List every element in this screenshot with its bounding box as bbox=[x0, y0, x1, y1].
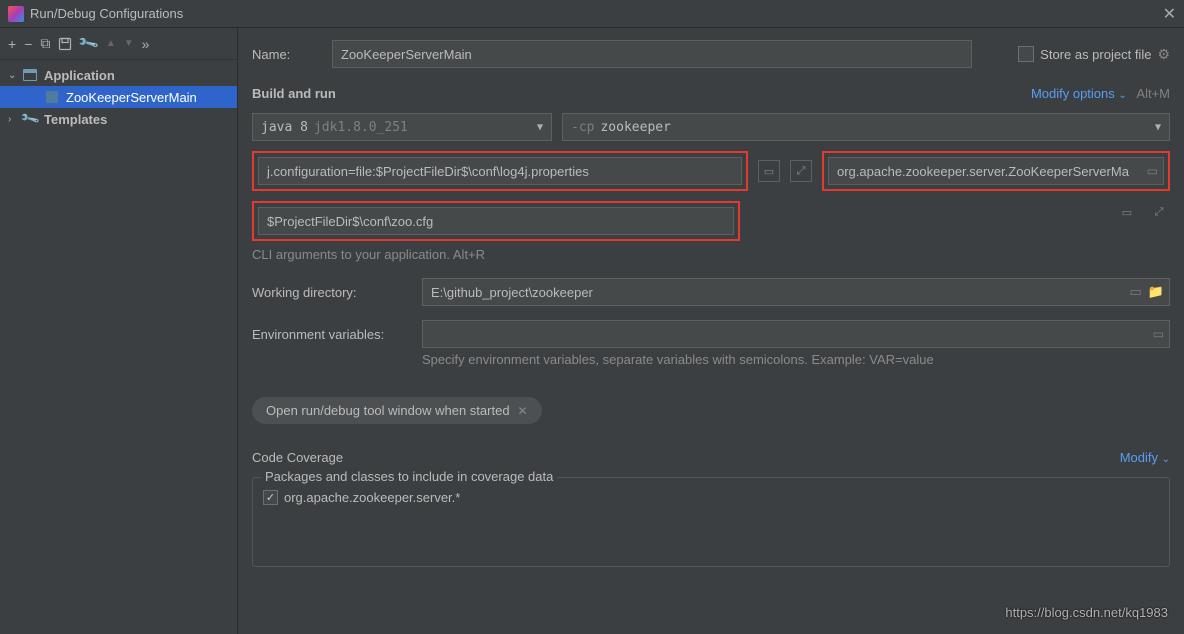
app-icon bbox=[8, 6, 24, 22]
copy-button[interactable]: ⧉ bbox=[40, 35, 50, 52]
name-label: Name: bbox=[252, 47, 322, 62]
tree-label: Application bbox=[44, 68, 115, 83]
coverage-item-label: org.apache.zookeeper.server.* bbox=[284, 490, 460, 505]
program-args-highlighted bbox=[252, 201, 740, 241]
coverage-panel: Packages and classes to include in cover… bbox=[252, 477, 1170, 567]
list-icon[interactable]: ▭ bbox=[1147, 164, 1158, 178]
content-panel: Name: Store as project file ⚙ Build and … bbox=[238, 28, 1184, 634]
gear-icon[interactable]: ⚙ bbox=[1157, 46, 1170, 63]
expand-icon[interactable]: ▭ bbox=[758, 160, 780, 182]
application-icon bbox=[22, 67, 38, 83]
vm-options-input[interactable] bbox=[258, 157, 742, 185]
list-icon[interactable]: ▭ bbox=[1130, 284, 1142, 300]
list-icon[interactable]: ▭ bbox=[1153, 327, 1164, 341]
chevron-down-icon: ⌄ bbox=[8, 70, 20, 81]
classpath-combo[interactable]: -cp zookeeper ▼ bbox=[562, 113, 1170, 141]
build-run-title: Build and run bbox=[252, 86, 336, 101]
window-title: Run/Debug Configurations bbox=[30, 6, 1163, 21]
env-vars-label: Environment variables: bbox=[252, 327, 412, 342]
program-args-input[interactable] bbox=[258, 207, 734, 235]
checkbox-checked-icon: ✓ bbox=[263, 490, 278, 505]
sidebar-toolbar: + − ⧉ 🔧 ▲ ▼ » bbox=[0, 28, 237, 60]
tree-label: ZooKeeperServerMain bbox=[66, 90, 197, 105]
config-tree: ⌄ Application ZooKeeperServerMain › 🔧 Te… bbox=[0, 60, 237, 634]
more-button[interactable]: » bbox=[142, 36, 150, 52]
store-as-project-checkbox[interactable]: Store as project file ⚙ bbox=[1018, 46, 1170, 63]
wrench-icon: 🔧 bbox=[19, 108, 41, 130]
working-dir-label: Working directory: bbox=[252, 285, 412, 300]
tree-node-application[interactable]: ⌄ Application bbox=[0, 64, 237, 86]
watermark: https://blog.csdn.net/kq1983 bbox=[1005, 605, 1168, 620]
main-class-highlighted: ▭ bbox=[822, 151, 1170, 191]
cli-hint: CLI arguments to your application. Alt+R bbox=[252, 247, 1170, 262]
coverage-item[interactable]: ✓ org.apache.zookeeper.server.* bbox=[263, 490, 1159, 505]
move-up-button[interactable]: ▲ bbox=[106, 38, 116, 49]
env-vars-input[interactable] bbox=[422, 320, 1170, 348]
expand-arrows-icon[interactable]: ⤢ bbox=[1148, 201, 1170, 223]
modify-shortcut: Alt+M bbox=[1136, 86, 1170, 101]
env-hint: Specify environment variables, separate … bbox=[422, 352, 1170, 367]
close-icon[interactable]: ✕ bbox=[518, 404, 528, 418]
chevron-down-icon: ▼ bbox=[1155, 122, 1161, 133]
chevron-down-icon: ▼ bbox=[537, 122, 543, 133]
expand-arrows-icon[interactable]: ⤢ bbox=[790, 160, 812, 182]
main-class-input[interactable] bbox=[828, 157, 1164, 185]
tree-label: Templates bbox=[44, 112, 107, 127]
move-down-button[interactable]: ▼ bbox=[124, 38, 134, 49]
coverage-modify-link[interactable]: Modify ⌄ bbox=[1120, 450, 1170, 465]
coverage-title: Code Coverage bbox=[252, 450, 343, 465]
jdk-combo[interactable]: java 8 jdk1.8.0_251 ▼ bbox=[252, 113, 552, 141]
wrench-icon[interactable]: 🔧 bbox=[77, 32, 101, 55]
checkbox-icon bbox=[1018, 46, 1034, 62]
tree-node-zookeeper[interactable]: ZooKeeperServerMain bbox=[0, 86, 237, 108]
add-button[interactable]: + bbox=[8, 36, 16, 52]
coverage-legend: Packages and classes to include in cover… bbox=[261, 469, 557, 484]
tree-node-templates[interactable]: › 🔧 Templates bbox=[0, 108, 237, 130]
open-tool-window-chip[interactable]: Open run/debug tool window when started … bbox=[252, 397, 542, 424]
sidebar: + − ⧉ 🔧 ▲ ▼ » ⌄ Application ZooKeeperSer… bbox=[0, 28, 238, 634]
close-icon[interactable]: ✕ bbox=[1163, 4, 1176, 24]
save-button[interactable] bbox=[58, 37, 72, 51]
folder-icon[interactable]: 📁 bbox=[1148, 284, 1164, 300]
java-config-icon bbox=[44, 89, 60, 105]
remove-button[interactable]: − bbox=[24, 36, 32, 52]
working-dir-input[interactable] bbox=[422, 278, 1170, 306]
vm-options-highlighted bbox=[252, 151, 748, 191]
list-icon[interactable]: ▭ bbox=[1116, 201, 1138, 223]
store-label: Store as project file bbox=[1040, 47, 1151, 62]
modify-options-link[interactable]: Modify options ⌄ bbox=[1031, 86, 1130, 101]
name-input[interactable] bbox=[332, 40, 972, 68]
